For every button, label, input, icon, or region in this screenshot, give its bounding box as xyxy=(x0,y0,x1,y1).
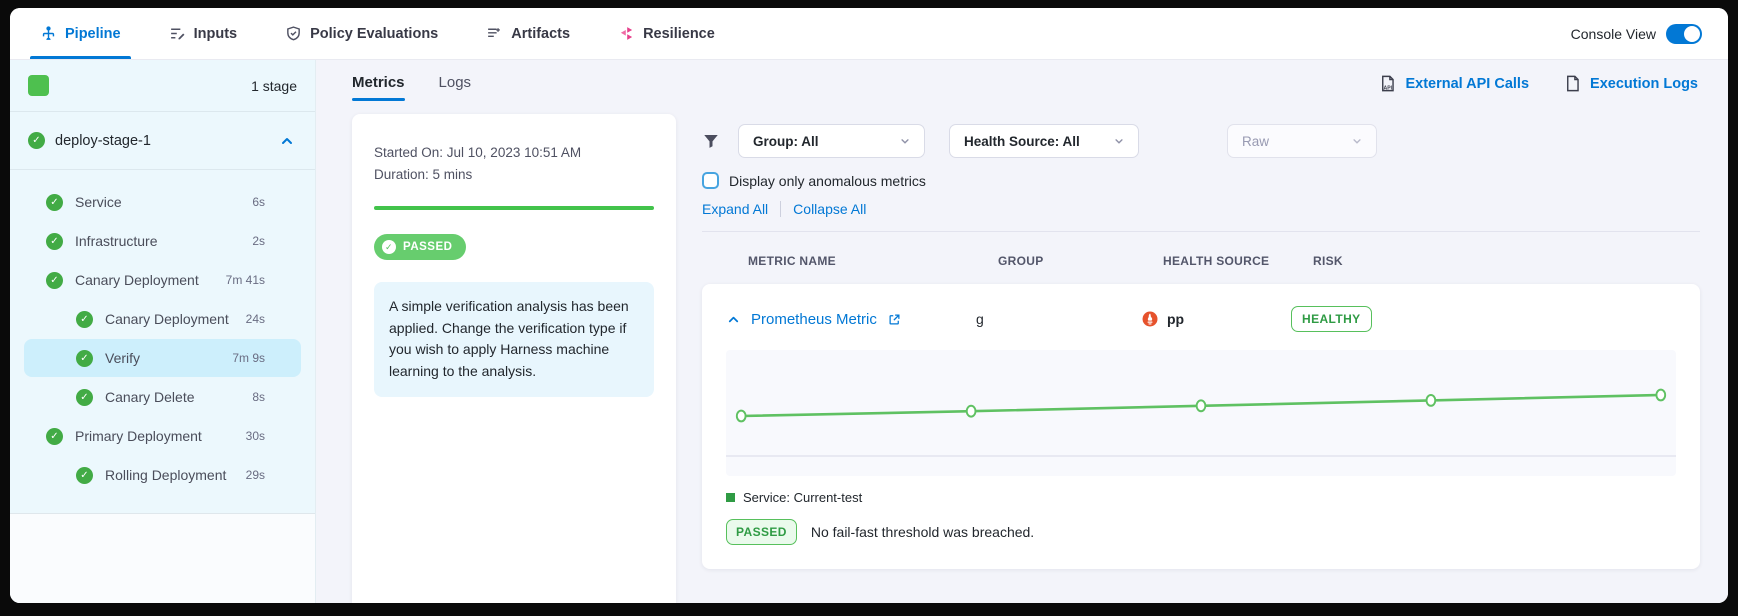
chevron-down-icon xyxy=(1112,134,1126,148)
metrics-analysis-area: Group: All Health Source: All xyxy=(702,114,1712,603)
tab-policy-evaluations-label: Policy Evaluations xyxy=(310,26,438,42)
artifacts-icon xyxy=(486,25,503,42)
verification-summary-card: Started On: Jul 10, 2023 10:51 AM Durati… xyxy=(352,114,676,603)
check-circle-icon xyxy=(76,311,93,328)
anomalous-metrics-checkbox[interactable] xyxy=(702,172,719,189)
tab-resilience-label: Resilience xyxy=(643,26,715,42)
shield-check-icon xyxy=(285,25,302,42)
verification-description: A simple verification analysis has been … xyxy=(374,282,654,397)
sidebar-footer xyxy=(10,513,315,603)
chevron-down-icon xyxy=(898,134,912,148)
duration-text: Duration: 5 mins xyxy=(374,164,654,186)
tab-inputs-label: Inputs xyxy=(194,26,238,42)
filter-funnel-icon[interactable] xyxy=(702,132,720,150)
metric-group-cell: g xyxy=(976,311,1141,327)
metric-row: Prometheus Metric g pp xyxy=(726,306,1676,332)
resilience-icon xyxy=(618,25,635,42)
panel-header: Metrics Logs API External API Calls Exec… xyxy=(316,60,1728,108)
app-window: Pipeline Inputs Policy Evaluations Artif… xyxy=(10,8,1728,603)
started-on-text: Started On: Jul 10, 2023 10:51 AM xyxy=(374,142,654,164)
step-list: Service 6s Infrastructure 2s Canary Depl… xyxy=(10,170,315,499)
console-view-label: Console View xyxy=(1571,26,1656,42)
expand-collapse-row: Expand All Collapse All xyxy=(702,201,1700,217)
metric-card: Prometheus Metric g pp xyxy=(702,284,1700,569)
tab-pipeline[interactable]: Pipeline xyxy=(36,8,125,59)
verify-panel: Metrics Logs API External API Calls Exec… xyxy=(316,60,1728,603)
external-api-calls-link[interactable]: API External API Calls xyxy=(1378,74,1529,93)
svg-text:API: API xyxy=(1384,85,1393,91)
check-circle-icon xyxy=(28,132,45,149)
sidebar-item-canary-deployment[interactable]: Canary Deployment 24s xyxy=(24,300,301,338)
collapse-chevron-icon[interactable] xyxy=(726,312,741,327)
check-circle-icon xyxy=(46,272,63,289)
tab-artifacts-label: Artifacts xyxy=(511,26,570,42)
health-source-cell: pp xyxy=(1141,310,1291,328)
check-circle-icon xyxy=(46,428,63,445)
progress-bar xyxy=(374,206,654,210)
verdict-badge: PASSED xyxy=(726,519,797,545)
pipeline-icon xyxy=(40,25,57,42)
legend-swatch xyxy=(726,493,735,502)
sidebar-item-canary-delete[interactable]: Canary Delete 8s xyxy=(24,378,301,416)
metric-chart-svg xyxy=(726,350,1676,476)
sidebar-item-service[interactable]: Service 6s xyxy=(24,183,301,221)
stage-status-square-icon xyxy=(28,75,49,96)
sidebar-item-infrastructure[interactable]: Infrastructure 2s xyxy=(24,222,301,260)
check-circle-icon xyxy=(76,467,93,484)
stage-count: 1 stage xyxy=(251,78,297,94)
health-source-filter-dropdown[interactable]: Health Source: All xyxy=(949,124,1139,158)
check-circle-icon xyxy=(382,240,396,254)
chevron-up-icon[interactable] xyxy=(279,133,295,149)
metric-name-link[interactable]: Prometheus Metric xyxy=(751,311,877,328)
chart-legend: Service: Current-test xyxy=(726,490,1676,505)
verdict-row: PASSED No fail-fast threshold was breach… xyxy=(726,519,1676,545)
external-link-icon[interactable] xyxy=(887,312,902,327)
group-filter-dropdown[interactable]: Group: All xyxy=(738,124,925,158)
expand-all-link[interactable]: Expand All xyxy=(702,201,768,217)
sidebar-item-rolling-deployment[interactable]: Rolling Deployment 29s xyxy=(24,456,301,494)
tab-pipeline-label: Pipeline xyxy=(65,26,121,42)
check-circle-icon xyxy=(46,194,63,211)
verdict-message: No fail-fast threshold was breached. xyxy=(811,524,1034,540)
toggle-knob xyxy=(1684,26,1700,42)
sidebar-item-canary-deployment-group[interactable]: Canary Deployment 7m 41s xyxy=(24,261,301,299)
tab-metrics[interactable]: Metrics xyxy=(352,74,405,103)
status-badge: PASSED xyxy=(374,234,466,260)
sidebar-item-verify[interactable]: Verify 7m 9s xyxy=(24,339,301,377)
collapse-all-link[interactable]: Collapse All xyxy=(793,201,866,217)
execution-logs-link[interactable]: Execution Logs xyxy=(1563,74,1698,93)
sidebar-header: 1 stage xyxy=(10,60,315,112)
inputs-icon xyxy=(169,25,186,42)
tab-artifacts[interactable]: Artifacts xyxy=(482,8,574,59)
check-circle-icon xyxy=(46,233,63,250)
chevron-down-icon xyxy=(1350,134,1364,148)
metric-chart xyxy=(726,350,1676,476)
raw-filter-dropdown[interactable]: Raw xyxy=(1227,124,1377,158)
console-view-toggle[interactable] xyxy=(1666,24,1702,44)
sidebar-stage-deploy-stage-1[interactable]: deploy-stage-1 xyxy=(10,112,315,170)
tab-policy-evaluations[interactable]: Policy Evaluations xyxy=(281,8,442,59)
api-document-icon: API xyxy=(1378,74,1397,93)
document-icon xyxy=(1563,74,1582,93)
tab-resilience[interactable]: Resilience xyxy=(614,8,719,59)
anomalous-metrics-label: Display only anomalous metrics xyxy=(729,173,926,189)
metrics-table-header: METRIC NAME GROUP HEALTH SOURCE RISK xyxy=(702,254,1700,268)
tab-logs[interactable]: Logs xyxy=(439,74,472,103)
legend-label: Service: Current-test xyxy=(743,490,862,505)
screenshot-frame: Pipeline Inputs Policy Evaluations Artif… xyxy=(0,0,1738,616)
check-circle-icon xyxy=(76,389,93,406)
filter-row: Group: All Health Source: All xyxy=(702,124,1700,158)
risk-badge: HEALTHY xyxy=(1291,306,1372,332)
stage-sidebar: 1 stage deploy-stage-1 Service 6s Infras… xyxy=(10,60,316,603)
check-circle-icon xyxy=(76,350,93,367)
prometheus-icon xyxy=(1141,310,1159,328)
sidebar-item-primary-deployment[interactable]: Primary Deployment 30s xyxy=(24,417,301,455)
divider xyxy=(702,231,1700,232)
tab-inputs[interactable]: Inputs xyxy=(165,8,242,59)
top-navigation: Pipeline Inputs Policy Evaluations Artif… xyxy=(10,8,1728,60)
stage-label: deploy-stage-1 xyxy=(55,133,151,149)
divider xyxy=(780,201,781,217)
anomalous-metrics-row: Display only anomalous metrics xyxy=(702,172,1700,189)
